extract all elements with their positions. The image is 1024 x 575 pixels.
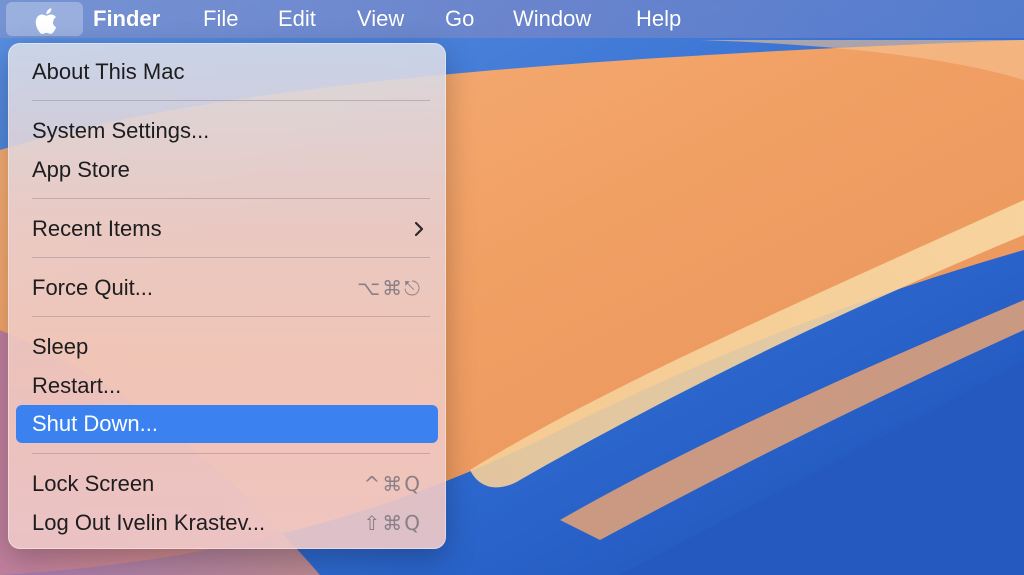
- menu-view[interactable]: View: [357, 6, 404, 32]
- menu-item-recent-items[interactable]: Recent Items: [16, 210, 438, 248]
- menu-item-label: Sleep: [32, 334, 89, 359]
- menu-file[interactable]: File: [203, 6, 238, 32]
- desktop-screen: Finder File Edit View Go Window Help Abo…: [0, 0, 1024, 575]
- menu-item-sleep[interactable]: Sleep: [16, 328, 438, 366]
- menu-separator: [32, 198, 430, 199]
- menu-item-label: About This Mac: [32, 59, 185, 84]
- menu-item-label: Shut Down...: [32, 411, 158, 436]
- keyboard-shortcut: ⇧⌘Q: [363, 511, 422, 535]
- menu-separator: [32, 453, 430, 454]
- menu-item-label: Lock Screen: [32, 471, 155, 496]
- menu-window[interactable]: Window: [513, 6, 591, 32]
- menu-item-label: Restart...: [32, 373, 122, 398]
- apple-menu-button[interactable]: [6, 2, 83, 36]
- keyboard-shortcut: ^⌘Q: [363, 472, 422, 496]
- menu-item-force-quit[interactable]: Force Quit... ⌥⌘⎋: [16, 269, 438, 307]
- menu-item-log-out[interactable]: Log Out Ivelin Krastev... ⇧⌘Q: [16, 504, 438, 542]
- menu-item-label: Recent Items: [32, 216, 162, 241]
- menu-edit[interactable]: Edit: [278, 6, 316, 32]
- menu-finder[interactable]: Finder: [93, 6, 160, 32]
- apple-menu-dropdown: About This Mac System Settings... App St…: [8, 43, 446, 549]
- chevron-right-icon: [414, 221, 424, 237]
- menu-item-shut-down[interactable]: Shut Down...: [16, 405, 438, 443]
- menu-item-about-this-mac[interactable]: About This Mac: [16, 53, 438, 91]
- menu-separator: [32, 100, 430, 101]
- menu-bar: Finder File Edit View Go Window Help: [0, 0, 1024, 38]
- menu-item-label: App Store: [32, 157, 130, 182]
- keyboard-shortcut: ⌥⌘⎋: [357, 276, 422, 300]
- apple-logo-icon: [35, 8, 57, 34]
- menu-item-label: Force Quit...: [32, 275, 154, 300]
- menu-separator: [32, 316, 430, 317]
- menu-item-label: System Settings...: [32, 118, 210, 143]
- menu-item-restart[interactable]: Restart...: [16, 367, 438, 405]
- menu-item-label: Log Out Ivelin Krastev...: [32, 510, 266, 535]
- menu-go[interactable]: Go: [445, 6, 474, 32]
- menu-separator: [32, 257, 430, 258]
- menu-help[interactable]: Help: [636, 6, 681, 32]
- menu-item-app-store[interactable]: App Store: [16, 151, 438, 189]
- menu-item-system-settings[interactable]: System Settings...: [16, 112, 438, 150]
- menu-item-lock-screen[interactable]: Lock Screen ^⌘Q: [16, 465, 438, 503]
